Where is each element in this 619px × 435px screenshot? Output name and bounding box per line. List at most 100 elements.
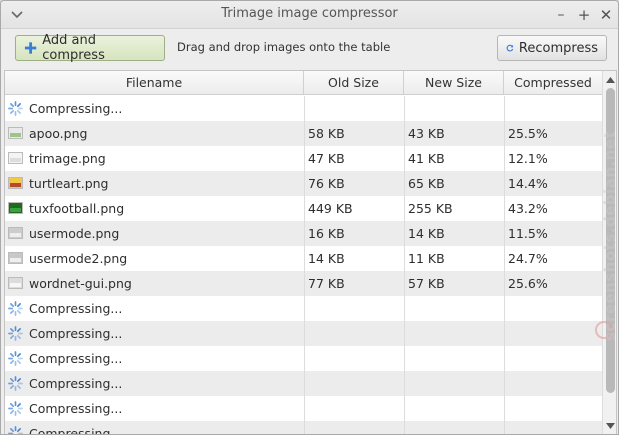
compressed-cell: 25.6% <box>508 276 548 291</box>
table-row[interactable]: Compressing... <box>5 396 602 421</box>
filename-cell: usermode.png <box>29 226 120 241</box>
filename-cell: Compressing... <box>29 401 123 416</box>
column-divider <box>304 121 305 146</box>
table-row[interactable]: Compressing... <box>5 296 602 321</box>
compressed-cell: 43.2% <box>508 201 548 216</box>
table-row[interactable]: turtleart.png 76 KB 65 KB 14.4% <box>5 171 602 196</box>
compressed-cell: 11.5% <box>508 226 548 241</box>
column-divider <box>304 321 305 346</box>
image-thumbnail-icon <box>8 277 23 289</box>
column-divider <box>504 196 505 221</box>
compressed-cell: 24.7% <box>508 251 548 266</box>
filename-cell: wordnet-gui.png <box>29 276 132 291</box>
table-row[interactable]: Compressing... <box>5 321 602 346</box>
column-divider <box>504 121 505 146</box>
old-size-cell: 14 KB <box>308 251 345 266</box>
close-icon[interactable]: ✕ <box>598 7 614 23</box>
column-divider <box>504 246 505 271</box>
column-divider <box>404 246 405 271</box>
column-header-compressed[interactable]: Compressed <box>504 71 602 95</box>
spinner-icon <box>8 101 23 116</box>
column-divider <box>404 121 405 146</box>
column-divider <box>404 146 405 171</box>
column-divider <box>404 321 405 346</box>
new-size-cell: 43 KB <box>408 126 445 141</box>
table-row[interactable]: trimage.png 47 KB 41 KB 12.1% <box>5 146 602 171</box>
filename-cell: Compressing... <box>29 351 123 366</box>
table-row[interactable]: Compressing... <box>5 96 602 121</box>
column-divider <box>504 371 505 396</box>
column-divider <box>304 96 305 121</box>
image-thumbnail-icon <box>8 202 23 214</box>
column-divider <box>404 296 405 321</box>
column-divider <box>304 221 305 246</box>
recompress-button[interactable]: Recompress <box>497 35 607 61</box>
column-divider <box>504 321 505 346</box>
column-divider <box>304 246 305 271</box>
column-divider <box>304 396 305 421</box>
filename-cell: trimage.png <box>29 151 106 166</box>
column-divider <box>304 171 305 196</box>
column-divider <box>404 271 405 296</box>
column-divider <box>504 171 505 196</box>
title-bar: Trimage image compressor – + ✕ <box>1 1 618 29</box>
image-thumbnail-icon <box>8 252 23 264</box>
table-row[interactable]: wordnet-gui.png 77 KB 57 KB 25.6% <box>5 271 602 296</box>
image-thumbnail-icon <box>8 227 23 239</box>
table-row[interactable]: Compressing... <box>5 371 602 396</box>
old-size-cell: 47 KB <box>308 151 345 166</box>
add-and-compress-button[interactable]: Add and compress <box>15 33 165 63</box>
column-divider <box>504 396 505 421</box>
image-thumbnail-icon <box>8 177 23 189</box>
column-divider <box>404 371 405 396</box>
refresh-icon <box>506 44 514 52</box>
column-header-new-size[interactable]: New Size <box>404 71 504 95</box>
old-size-cell: 76 KB <box>308 176 345 191</box>
filename-cell: turtleart.png <box>29 176 109 191</box>
spinner-icon <box>8 351 23 366</box>
column-divider <box>404 221 405 246</box>
compressed-cell: 14.4% <box>508 176 548 191</box>
minimize-icon[interactable]: – <box>553 7 569 23</box>
column-divider <box>404 396 405 421</box>
table-row[interactable]: usermode2.png 14 KB 11 KB 24.7% <box>5 246 602 271</box>
filename-cell: Compressing... <box>29 326 123 341</box>
column-divider <box>304 196 305 221</box>
column-header-filename[interactable]: Filename <box>5 71 304 95</box>
add-icon <box>24 42 37 54</box>
table-row[interactable]: Compressing... <box>5 421 602 434</box>
new-size-cell: 57 KB <box>408 276 445 291</box>
column-divider <box>404 346 405 371</box>
old-size-cell: 16 KB <box>308 226 345 241</box>
toolbar: Add and compress Drag and drop images on… <box>1 30 618 70</box>
column-divider <box>304 346 305 371</box>
watermark: screenshots.debian.net <box>601 130 619 341</box>
spinner-icon <box>8 401 23 416</box>
column-divider <box>404 196 405 221</box>
column-divider <box>504 96 505 121</box>
maximize-icon[interactable]: + <box>576 7 592 23</box>
column-header-old-size[interactable]: Old Size <box>304 71 404 95</box>
scroll-down-icon[interactable] <box>606 423 615 429</box>
window-title: Trimage image compressor <box>221 6 398 21</box>
column-divider <box>304 271 305 296</box>
column-divider <box>404 421 405 434</box>
table-row[interactable]: tuxfootball.png 449 KB 255 KB 43.2% <box>5 196 602 221</box>
old-size-cell: 58 KB <box>308 126 345 141</box>
column-divider <box>304 296 305 321</box>
column-divider <box>304 371 305 396</box>
table-row[interactable]: apoo.png 58 KB 43 KB 25.5% <box>5 121 602 146</box>
column-divider <box>504 146 505 171</box>
column-divider <box>404 171 405 196</box>
column-divider <box>504 421 505 434</box>
new-size-cell: 11 KB <box>408 251 445 266</box>
spinner-icon <box>8 301 23 316</box>
compressed-cell: 12.1% <box>508 151 548 166</box>
scroll-up-icon[interactable] <box>606 77 615 83</box>
column-divider <box>504 271 505 296</box>
filename-cell: Compressing... <box>29 376 123 391</box>
old-size-cell: 77 KB <box>308 276 345 291</box>
table-row[interactable]: usermode.png 16 KB 14 KB 11.5% <box>5 221 602 246</box>
image-table[interactable]: Filename Old Size New Size Compressed Co… <box>4 70 617 434</box>
table-row[interactable]: Compressing... <box>5 346 602 371</box>
